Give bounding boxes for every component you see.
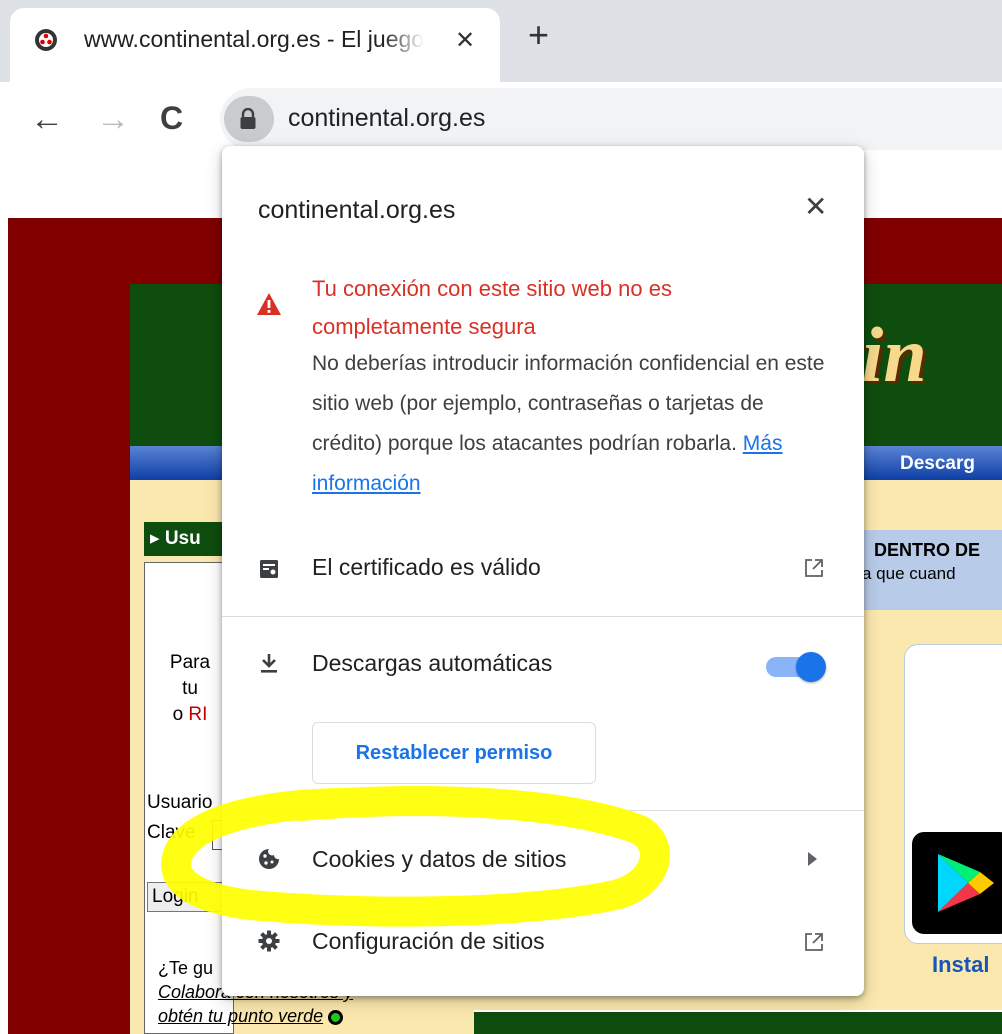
- para-line-3: o RI: [150, 702, 230, 728]
- cookie-icon: [259, 849, 279, 869]
- gear-icon: [258, 930, 280, 952]
- site-info-button[interactable]: [224, 96, 274, 142]
- google-play-icon: [938, 854, 994, 912]
- url-text: continental.org.es: [288, 104, 486, 132]
- green-point-link[interactable]: obtén tu punto verde: [158, 1006, 323, 1026]
- divider: [222, 616, 864, 617]
- download-icon: [261, 654, 277, 673]
- address-bar[interactable]: continental.org.es: [220, 88, 1002, 150]
- popup-domain: continental.org.es: [258, 196, 456, 224]
- bottom-bar: [474, 1010, 1002, 1034]
- login-button[interactable]: Login: [147, 882, 233, 912]
- new-tab-button[interactable]: +: [528, 14, 549, 56]
- para-line-2: tu: [182, 678, 198, 699]
- tab-title: www.continental.org.es - El juego del co…: [84, 26, 424, 52]
- register-link[interactable]: RI: [188, 704, 207, 725]
- password-label: Clave: [147, 822, 196, 843]
- site-info-popup: continental.org.es ✕ Tu conexión con est…: [222, 146, 864, 996]
- google-play-badge[interactable]: [912, 832, 1002, 934]
- nav-downloads-link[interactable]: Descarg: [900, 453, 975, 475]
- user-section-title: Usu: [164, 528, 201, 549]
- para-line-1: Para: [169, 652, 211, 673]
- cookies-label: Cookies y datos de sitios: [312, 846, 567, 872]
- site-settings-label: Configuración de sitios: [312, 928, 545, 954]
- info-box-title: DENTRO DE: [874, 540, 981, 560]
- browser-tab[interactable]: www.continental.org.es - El juego del co…: [10, 8, 500, 82]
- login-info-text: Para tu o RI: [150, 650, 230, 728]
- username-label: Usuario: [147, 792, 213, 813]
- tab-strip: www.continental.org.es - El juego del co…: [0, 0, 1002, 82]
- login-labels: Usuario Clave: [147, 788, 212, 848]
- certificate-icon: [260, 560, 278, 578]
- toggle-knob: [796, 652, 826, 682]
- info-box-text: a que cuand: [862, 564, 956, 583]
- forward-button[interactable]: →: [96, 100, 130, 139]
- reload-button[interactable]: C: [160, 100, 183, 137]
- warning-title: Tu conexión con este sitio web no es com…: [312, 276, 672, 339]
- certificate-label: El certificado es válido: [312, 554, 541, 580]
- chevron-right-icon: [808, 852, 817, 866]
- open-external-icon: [805, 559, 823, 577]
- install-link[interactable]: Instal: [932, 952, 989, 978]
- downloads-toggle[interactable]: [762, 652, 826, 682]
- divider: [222, 810, 864, 811]
- para-line-3-prefix: o: [172, 704, 184, 725]
- green-dot-icon: [328, 1009, 344, 1025]
- close-icon[interactable]: ✕: [804, 190, 827, 223]
- tab-close-icon[interactable]: ✕: [455, 26, 475, 55]
- warning-body: No deberías introducir información confi…: [312, 344, 832, 504]
- continental-favicon-icon: [35, 29, 57, 51]
- reset-permission-button[interactable]: Restablecer permiso: [312, 722, 596, 784]
- downloads-label: Descargas automáticas: [312, 650, 553, 676]
- warning-triangle-icon: [257, 293, 281, 315]
- open-external-icon: [805, 933, 823, 951]
- lock-icon: [240, 108, 256, 129]
- back-button[interactable]: ←: [30, 100, 64, 139]
